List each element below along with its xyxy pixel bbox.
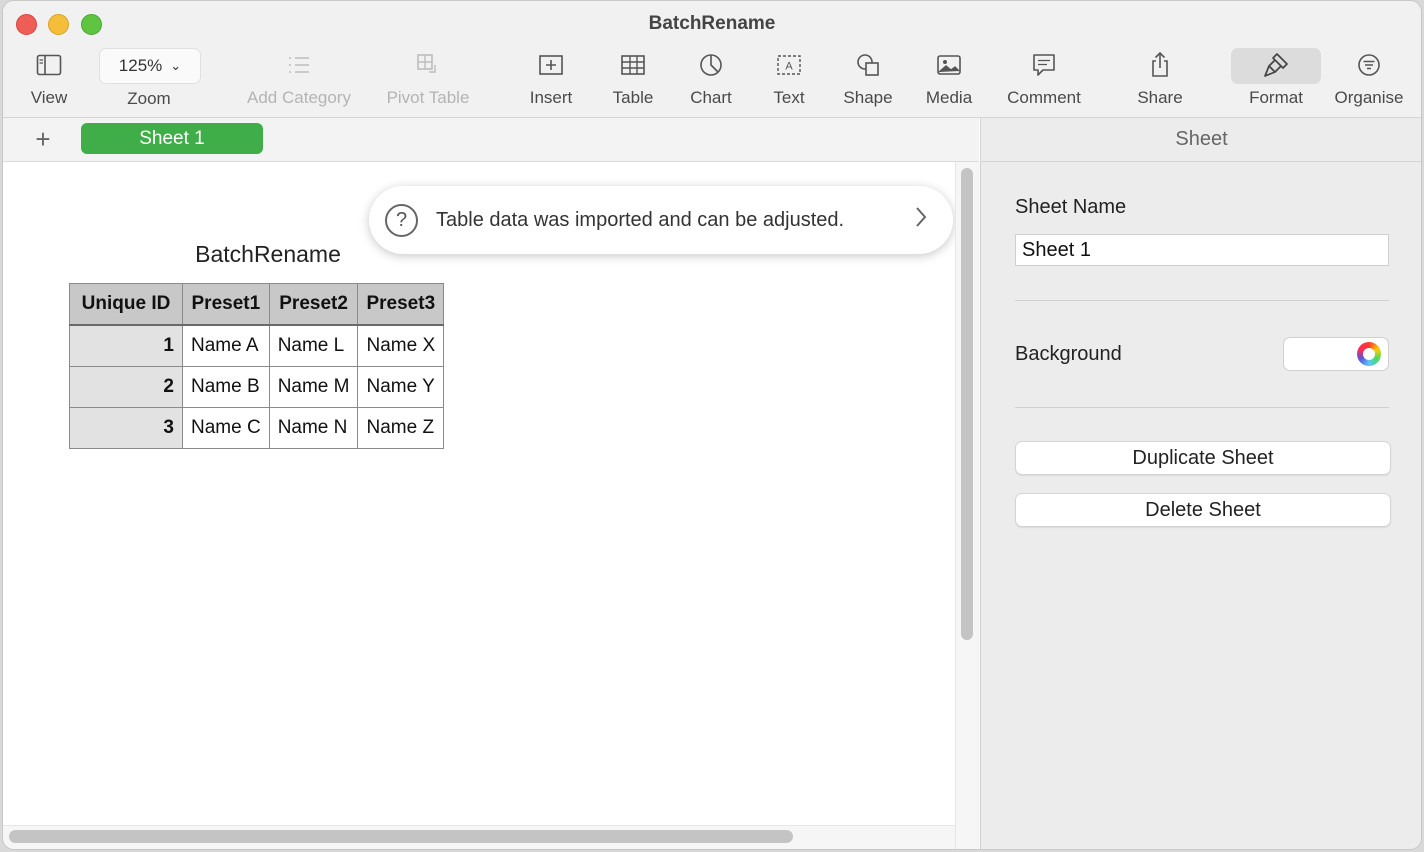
svg-text:A: A	[785, 61, 793, 73]
window-title: BatchRename	[648, 13, 776, 34]
add-category-button[interactable]: Add Category	[235, 47, 363, 113]
organise-button[interactable]: Organise	[1327, 47, 1411, 113]
header-cell[interactable]: Preset2	[268, 283, 359, 326]
divider	[1015, 407, 1389, 408]
header-cell[interactable]: Unique ID	[69, 283, 183, 326]
import-notice-text: Table data was imported and can be adjus…	[436, 208, 845, 231]
share-label: Share	[1137, 88, 1183, 107]
toolbar: BatchRename View 125% ⌄ Zoom Add Categor…	[3, 1, 1421, 118]
header-cell[interactable]: Preset3	[357, 283, 445, 326]
text-label: Text	[773, 88, 805, 107]
text-box-icon: A	[759, 47, 819, 83]
zoom-select[interactable]: 125% ⌄	[99, 48, 201, 84]
shape-button[interactable]: Shape	[837, 47, 899, 113]
chevron-down-icon: ⌄	[170, 58, 182, 73]
tab-sheet-1[interactable]: Sheet 1	[81, 123, 263, 154]
table-row: 2 Name B Name M Name Y	[69, 366, 445, 408]
duplicate-sheet-button[interactable]: Duplicate Sheet	[1015, 441, 1391, 475]
sheet-tab-bar: + Sheet 1	[3, 118, 979, 162]
divider	[1015, 300, 1389, 301]
media-label: Media	[925, 88, 973, 107]
format-sidebar: Sheet Sheet Name Background Duplicate Sh…	[980, 118, 1421, 849]
share-button[interactable]: Share	[1127, 47, 1193, 113]
table-cell[interactable]: Name N	[268, 407, 359, 449]
organise-label: Organise	[1334, 88, 1404, 107]
help-icon: ?	[385, 203, 418, 237]
table-icon	[603, 47, 663, 83]
view-label: View	[30, 88, 68, 107]
table-cell[interactable]: Name M	[268, 366, 359, 408]
zoom-value: 125%	[118, 56, 163, 75]
table-cell[interactable]: 2	[69, 366, 183, 408]
delete-sheet-button[interactable]: Delete Sheet	[1015, 493, 1391, 527]
insert-button[interactable]: Insert	[519, 47, 583, 113]
table-button[interactable]: Table	[603, 47, 663, 113]
table-cell[interactable]: Name L	[268, 324, 359, 367]
table-header-row: Unique ID Preset1 Preset2 Preset3	[69, 283, 445, 326]
data-table[interactable]: Unique ID Preset1 Preset2 Preset3 1 Name…	[69, 283, 445, 449]
chart-label: Chart	[690, 88, 732, 107]
table-row: 1 Name A Name L Name X	[69, 324, 445, 367]
sidebar-title: Sheet	[981, 118, 1421, 162]
color-wheel-icon[interactable]	[1357, 342, 1381, 366]
table-cell[interactable]: 3	[69, 407, 183, 449]
table-cell[interactable]: Name X	[357, 324, 445, 367]
sidebar-view-icon	[19, 47, 79, 83]
zoom-label: Zoom	[127, 89, 171, 108]
add-sheet-button[interactable]: +	[31, 124, 55, 155]
format-button[interactable]: Format	[1231, 47, 1321, 113]
sheet-name-field[interactable]	[1015, 234, 1389, 266]
header-cell[interactable]: Preset1	[182, 283, 270, 326]
table-cell[interactable]: Name Y	[357, 366, 445, 408]
chart-icon	[681, 47, 741, 83]
table-title[interactable]: BatchRename	[69, 241, 467, 268]
shape-icon	[837, 47, 899, 83]
comment-label: Comment	[1007, 88, 1081, 107]
table-row: 3 Name C Name N Name Z	[69, 407, 445, 449]
insert-label: Insert	[529, 88, 573, 107]
shape-label: Shape	[843, 88, 893, 107]
organise-icon	[1327, 47, 1411, 83]
comment-icon	[999, 47, 1089, 83]
pivot-table-button[interactable]: Pivot Table	[375, 47, 481, 113]
sheet-name-label: Sheet Name	[1015, 196, 1127, 218]
table-cell[interactable]: Name C	[182, 407, 270, 449]
vertical-scroll-thumb[interactable]	[961, 168, 973, 640]
horizontal-scroll-thumb[interactable]	[9, 830, 793, 843]
table-label: Table	[612, 88, 654, 107]
text-button[interactable]: A Text	[759, 47, 819, 113]
pivot-table-icon	[375, 47, 481, 83]
background-label: Background	[1015, 343, 1122, 365]
add-category-label: Add Category	[247, 88, 351, 107]
share-icon	[1127, 47, 1193, 83]
chevron-right-icon[interactable]	[915, 206, 927, 234]
view-button[interactable]: View	[19, 47, 79, 113]
comment-button[interactable]: Comment	[999, 47, 1089, 113]
format-label: Format	[1249, 88, 1303, 107]
table-cell[interactable]: Name Z	[357, 407, 445, 449]
media-button[interactable]: Media	[917, 47, 981, 113]
table-cell[interactable]: 1	[69, 324, 183, 367]
paintbrush-icon	[1231, 47, 1321, 83]
insert-icon	[519, 47, 583, 83]
chart-button[interactable]: Chart	[681, 47, 741, 113]
table-cell[interactable]: Name A	[182, 324, 270, 367]
app-window: BatchRename View 125% ⌄ Zoom Add Categor…	[2, 0, 1422, 850]
photo-icon	[917, 47, 981, 83]
table-cell[interactable]: Name B	[182, 366, 270, 408]
pivot-table-label: Pivot Table	[386, 88, 470, 107]
list-icon	[235, 47, 363, 83]
